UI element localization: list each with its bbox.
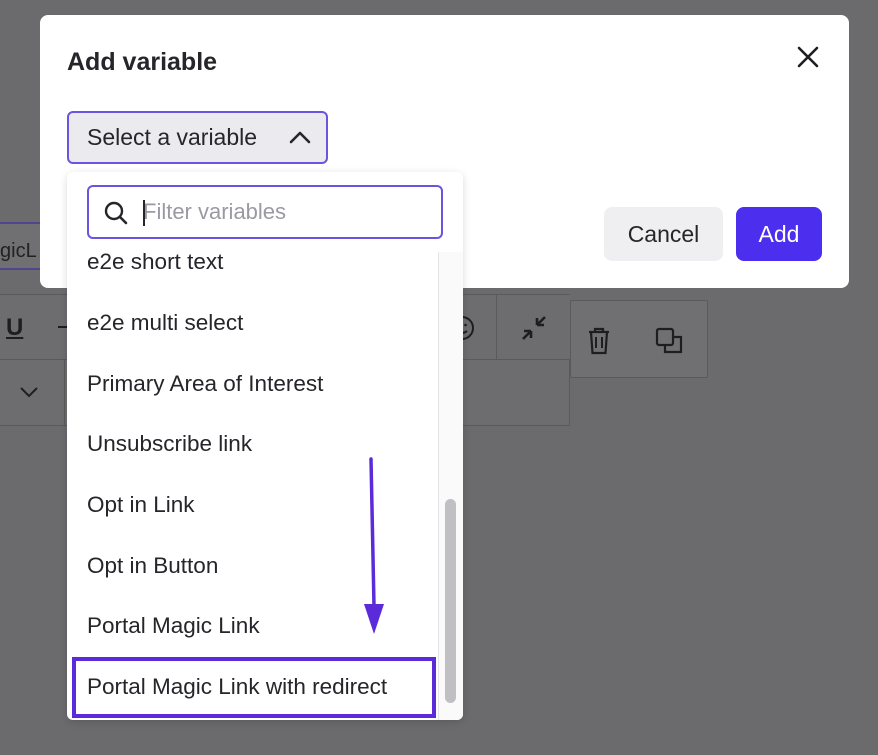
variable-option-label: Portal Magic Link <box>87 613 260 639</box>
filter-input[interactable] <box>143 197 433 227</box>
variable-select-button[interactable]: Select a variable <box>67 111 328 164</box>
cancel-button[interactable]: Cancel <box>604 207 723 261</box>
trash-icon <box>589 327 609 355</box>
chevron-down-icon <box>20 387 38 398</box>
variable-option-label: e2e multi select <box>87 310 244 336</box>
variable-option-label: Opt in Link <box>87 492 195 518</box>
chevron-up-icon <box>289 131 311 144</box>
variable-option[interactable]: Portal Magic Link with redirect <box>72 656 436 718</box>
search-icon <box>104 201 128 225</box>
variable-option-label: Unsubscribe link <box>87 431 253 457</box>
toolbar-divider <box>496 294 497 360</box>
scrollbar-thumb[interactable] <box>445 499 456 703</box>
variable-dropdown: e2e short text e2e multi select Primary Ar… <box>67 172 463 720</box>
underline-icon: U <box>6 314 24 341</box>
text-cursor <box>143 200 145 226</box>
variable-option-label: Primary Area of Interest <box>87 370 324 396</box>
variable-option-label: e2e short text <box>87 252 224 275</box>
variable-option[interactable]: Primary Area of Interest <box>67 353 438 414</box>
toolbar-divider <box>64 360 65 426</box>
background-input-text: gicL <box>0 240 37 262</box>
close-icon <box>797 46 819 68</box>
variable-option[interactable]: e2e short text <box>67 252 438 293</box>
variable-option-label: Portal Magic Link with redirect <box>87 674 388 700</box>
filter-field[interactable] <box>87 185 443 239</box>
variable-option-label: Opt in Button <box>87 552 219 578</box>
variable-option[interactable]: e2e multi select <box>67 293 438 354</box>
modal-title: Add variable <box>67 48 218 76</box>
duplicate-icon <box>655 327 683 354</box>
variable-select-label: Select a variable <box>87 124 258 150</box>
add-button[interactable]: Add <box>736 207 822 261</box>
scrollbar-track[interactable] <box>438 252 463 720</box>
collapse-icon <box>522 316 546 340</box>
close-button[interactable] <box>792 41 824 73</box>
annotation-arrow-icon <box>364 457 384 634</box>
